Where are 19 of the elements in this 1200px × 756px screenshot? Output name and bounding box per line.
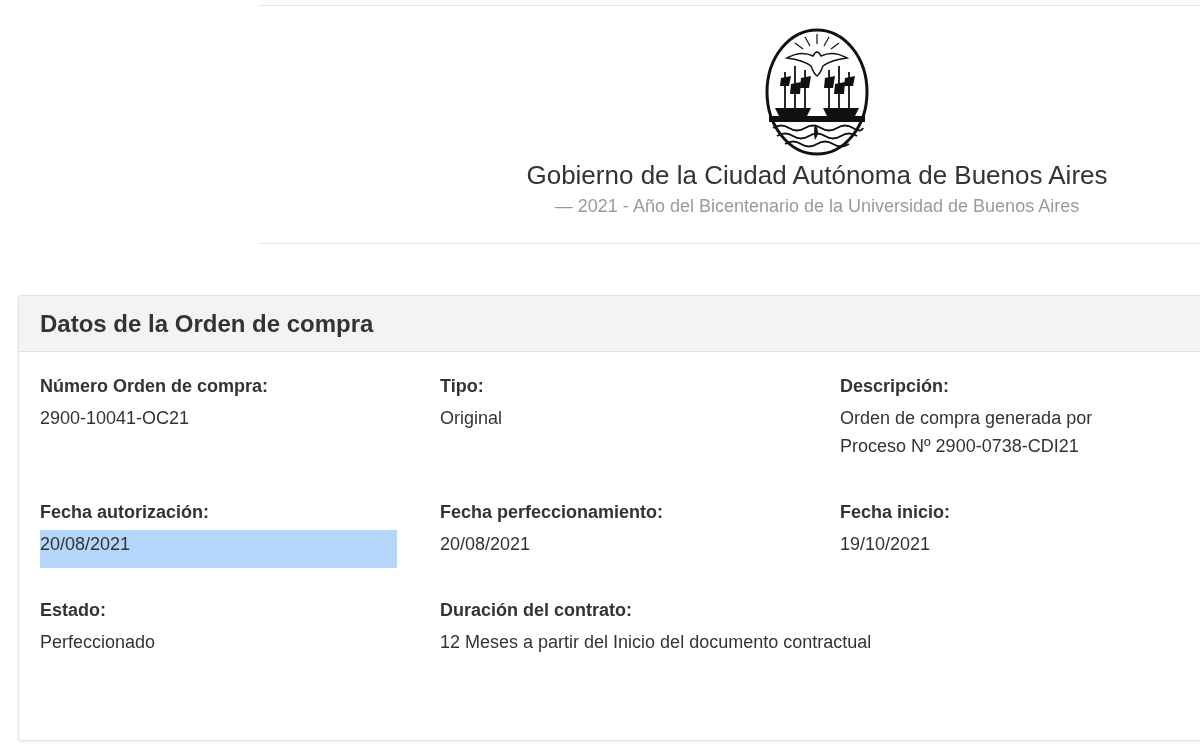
field-label: Duración del contrato: [440,599,632,622]
field-label: Tipo: [440,375,484,398]
field-label: Número Orden de compra: [40,375,269,398]
selected-field-value: 20/08/2021 [40,530,397,568]
header-subtitle: — 2021 - Año del Bicentenario de la Universidad de Buenos Aires [554,195,1080,218]
field-value: Orden de compra generada por Proceso Nº 2900-0738-CDI21 [840,407,1094,458]
field-value: Original [440,407,503,430]
field-label: Fecha autorización: [40,501,210,524]
field-value: 19/10/2021 [840,533,931,556]
field-label: Fecha perfeccionamiento: [440,501,664,524]
field-label: Fecha inicio: [840,501,951,524]
field-value: Perfeccionado [40,631,156,654]
field-value: 20/08/2021 [440,533,531,556]
field-label: Descripción: [840,375,950,398]
header-title: Gobierno de la Ciudad Autónoma de Buenos Aires [526,159,1108,192]
card-title: Datos de la Orden de compra [40,308,374,339]
field-value: 2900-10041-OC21 [40,407,190,430]
field-label: Estado: [40,599,106,622]
field-value: 12 Meses a partir del Inicio del documento contractual [440,631,873,654]
